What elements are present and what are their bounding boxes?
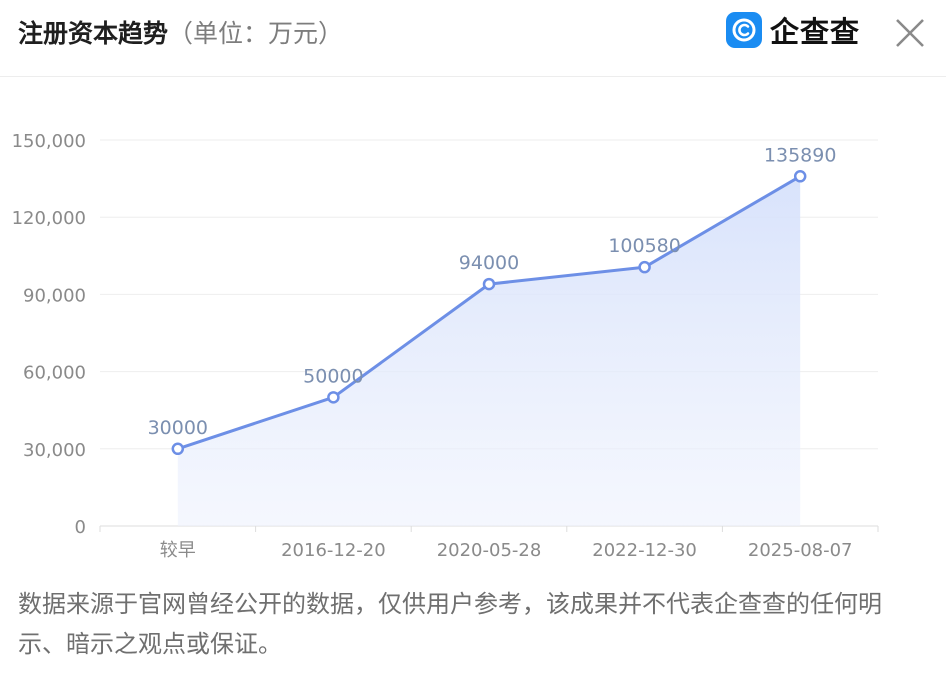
x-tick-label: 2025-08-07	[748, 540, 853, 561]
data-label: 135890	[764, 144, 837, 166]
close-icon[interactable]	[893, 16, 927, 50]
x-tick-label: 2022-12-30	[592, 540, 697, 561]
data-point[interactable]	[171, 442, 185, 456]
data-label: 100580	[608, 235, 681, 257]
data-point[interactable]	[327, 391, 340, 404]
brand-name: 企查查	[770, 15, 861, 49]
brand-icon	[726, 12, 762, 48]
title-text: 注册资本趋势	[18, 19, 169, 48]
y-axis-ticks: 0 30,000 60,000 90,000 120,000 150,000	[12, 131, 86, 538]
y-tick-label: 30,000	[23, 440, 86, 461]
header: 注册资本趋势（单位：万元） 企查查	[0, 0, 946, 77]
data-point[interactable]	[482, 277, 496, 291]
x-tick-label: 较早	[160, 540, 196, 561]
data-label: 94000	[459, 252, 519, 274]
registered-capital-chart: 30000 50000 94000 100580 135890 0 30,000 60,00…	[12, 131, 879, 561]
unit-label: （单位：万元）	[168, 19, 344, 48]
x-tick-label: 2016-12-20	[281, 540, 386, 561]
data-point[interactable]	[638, 260, 651, 274]
page-title: 注册资本趋势（单位：万元）	[18, 14, 343, 50]
x-axis-ticks: 较早 2016-12-20 2020-05-28 2022-12-30 2025-08-…	[99, 526, 879, 561]
x-tick-label: 2020-05-28	[437, 540, 542, 561]
data-point[interactable]	[793, 170, 807, 183]
data-label: 50000	[303, 365, 363, 387]
data-label: 30000	[148, 417, 208, 439]
y-tick-label: 0	[75, 517, 86, 538]
disclaimer-text: 数据来源于官网曾经公开的数据，仅供用户参考，该成果并不代表企查查的任何明示、暗示…	[18, 590, 882, 658]
y-tick-label: 60,000	[23, 363, 86, 384]
series-area	[177, 176, 801, 526]
y-tick-label: 120,000	[12, 208, 86, 229]
brand-logo: 企查查	[726, 11, 860, 49]
y-tick-label: 150,000	[12, 131, 86, 152]
area-fill	[177, 176, 801, 526]
y-tick-label: 90,000	[23, 285, 86, 306]
